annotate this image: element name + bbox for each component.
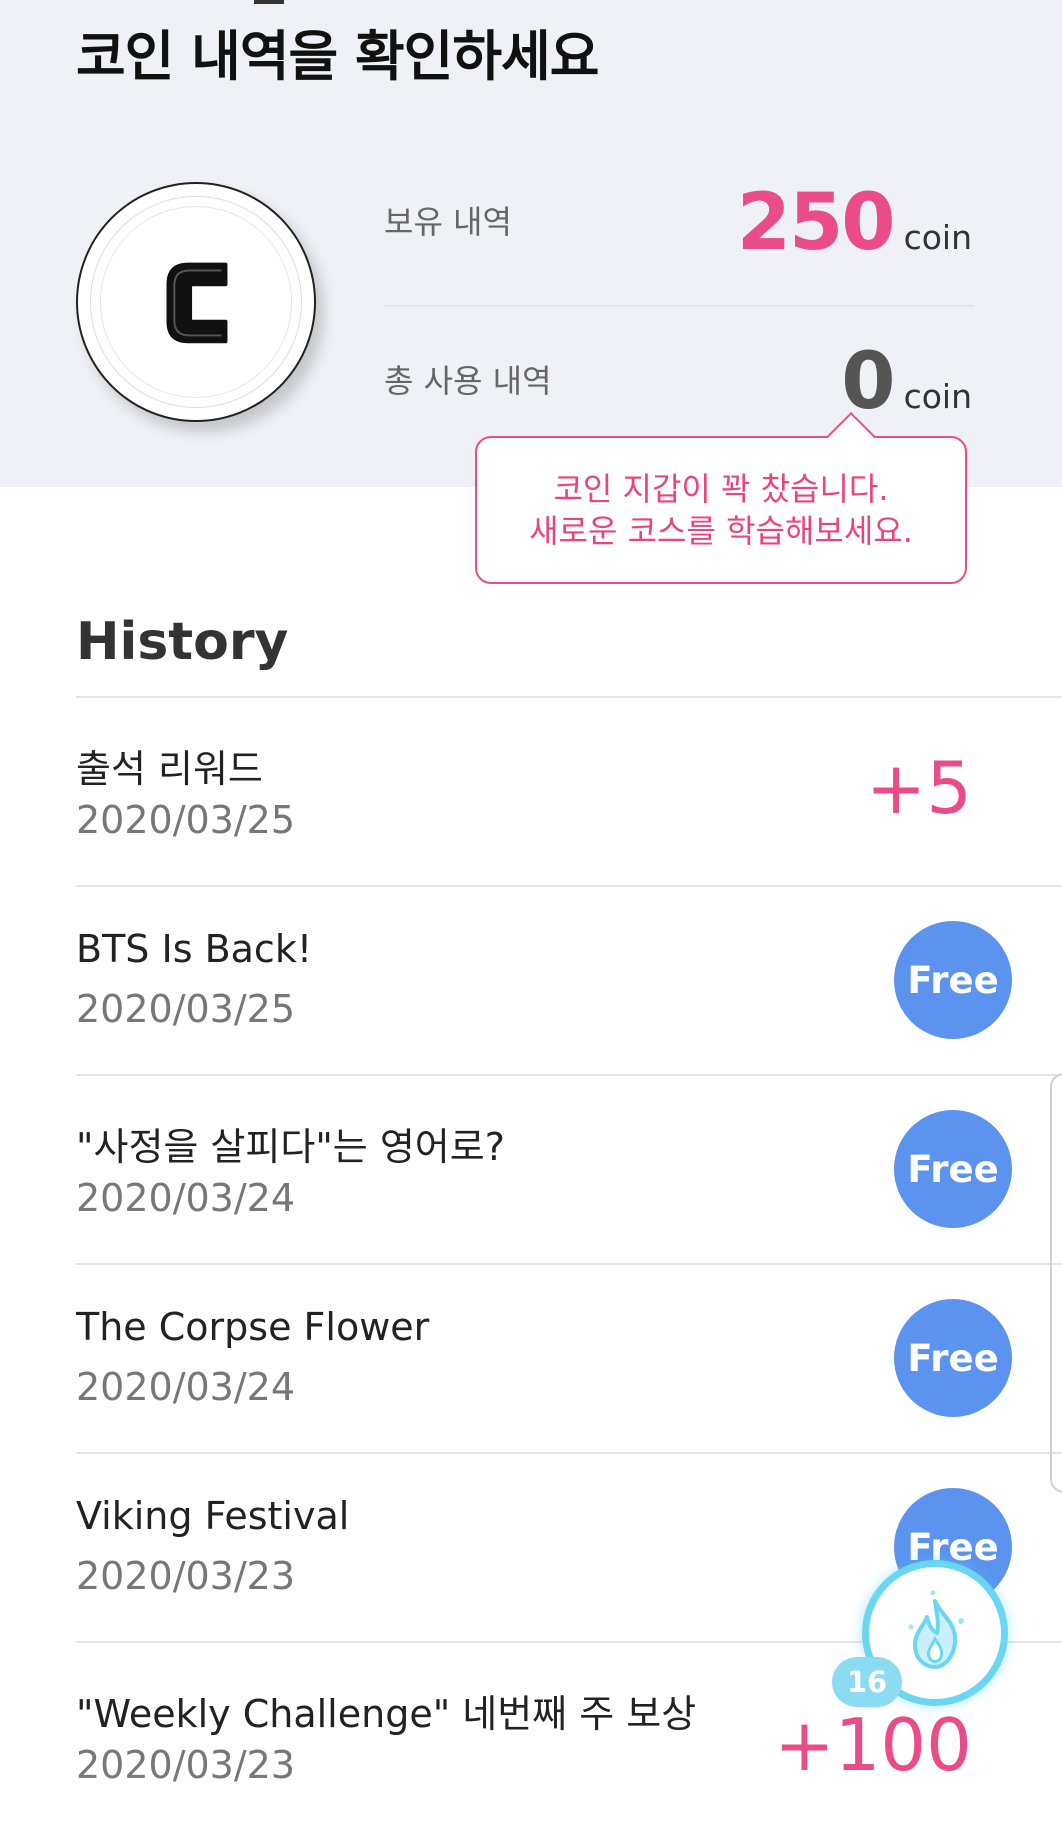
history-item-date: 2020/03/23: [76, 1743, 296, 1787]
tooltip-line-2: 새로운 코스를 학습해보세요.: [529, 512, 913, 550]
history-item-date: 2020/03/25: [76, 798, 296, 842]
history-row[interactable]: 출석 리워드 2020/03/25 +5: [76, 696, 1062, 885]
used-value: 0 coin: [841, 337, 972, 427]
history-item-title: "Weekly Challenge" 네번째 주 보상: [76, 1692, 697, 1736]
header-edge-mark: [254, 0, 284, 4]
coin-icon: [76, 182, 316, 422]
streak-count-badge: 16: [832, 1657, 902, 1707]
history-item-title: 출석 리워드: [76, 747, 263, 791]
summary-divider: [384, 305, 974, 307]
flame-icon: [908, 1590, 964, 1669]
history-row[interactable]: The Corpse Flower 2020/03/24 Free: [76, 1263, 1062, 1452]
used-unit: coin: [903, 377, 972, 416]
history-item-title: "사정을 살피다"는 영어로?: [76, 1125, 505, 1169]
history-title: History: [76, 612, 289, 672]
history-item-title: BTS Is Back!: [76, 927, 313, 971]
page-title: 코인 내역을 확인하세요: [76, 25, 599, 88]
history-item-date: 2020/03/23: [76, 1554, 296, 1598]
history-item-date: 2020/03/24: [76, 1365, 296, 1409]
held-amount: 250: [736, 178, 896, 268]
history-item-date: 2020/03/25: [76, 987, 296, 1031]
history-item-amount: +100: [774, 1703, 972, 1787]
wallet-full-tooltip: 코인 지갑이 꽉 찼습니다. 새로운 코스를 학습해보세요.: [475, 436, 967, 584]
held-unit: coin: [903, 218, 972, 257]
coin-summary-panel: 코인 내역을 확인하세요 보유 내역 250 coin 총 사용 내역 0 coin: [0, 0, 1062, 487]
free-badge: Free: [894, 1299, 1012, 1417]
used-label: 총 사용 내역: [384, 362, 552, 400]
history-item-title: The Corpse Flower: [76, 1305, 430, 1349]
history-row[interactable]: "사정을 살피다"는 영어로? 2020/03/24 Free: [76, 1074, 1062, 1263]
history-row[interactable]: BTS Is Back! 2020/03/25 Free: [76, 885, 1062, 1074]
tooltip-line-1: 코인 지갑이 꽉 찼습니다.: [553, 470, 889, 508]
history-item-date: 2020/03/24: [76, 1176, 296, 1220]
free-badge: Free: [894, 921, 1012, 1039]
history-item-amount: +5: [865, 746, 972, 830]
held-label: 보유 내역: [384, 203, 512, 241]
held-value: 250 coin: [737, 178, 972, 268]
side-drawer-handle[interactable]: [1050, 1073, 1062, 1493]
free-badge: Free: [894, 1110, 1012, 1228]
history-item-title: Viking Festival: [76, 1494, 350, 1538]
